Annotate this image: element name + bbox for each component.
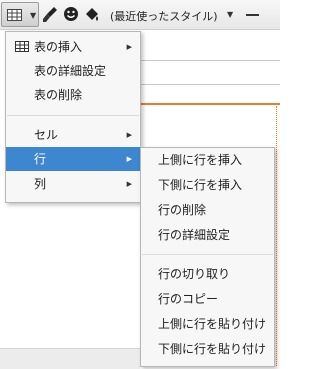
editor-accent-line	[138, 103, 280, 105]
style-select[interactable]: (最近使ったスタイル)	[110, 8, 218, 24]
editor-line	[140, 60, 280, 61]
menu-separator	[142, 254, 273, 255]
table-grid-icon	[15, 41, 29, 52]
menu-item-delete-table[interactable]: 表の削除	[6, 83, 140, 107]
table-dropdown-menu: 表の挿入 ▶ 表の詳細設定 表の削除 セル ▶ 行 ▶ 列 ▶	[5, 31, 141, 203]
menu-item-insert-row-above[interactable]: 上側に行を挿入	[141, 148, 274, 172]
horizontal-rule-icon	[246, 14, 259, 16]
menu-item-label: 表の挿入	[34, 40, 83, 54]
editor-line	[140, 84, 280, 85]
menu-item-insert-table[interactable]: 表の挿入 ▶	[6, 35, 140, 59]
menu-item-insert-row-below[interactable]: 下側に行を挿入	[141, 173, 274, 197]
menu-item-delete-row[interactable]: 行の削除	[141, 198, 274, 222]
menu-item-label: 行	[34, 152, 47, 166]
menu-item-label: 行の詳細設定	[158, 228, 231, 242]
menu-item-column[interactable]: 列 ▶	[6, 172, 140, 196]
smiley-icon[interactable]	[63, 6, 79, 22]
menu-item-cut-row[interactable]: 行の切り取り	[141, 262, 274, 286]
menu-item-label: 行の切り取り	[158, 267, 231, 281]
menu-item-paste-row-above[interactable]: 上側に行を貼り付け	[141, 312, 274, 336]
horizontal-rule-button[interactable]	[242, 4, 264, 26]
paint-bucket-icon[interactable]	[84, 6, 100, 23]
menu-item-label: 表の削除	[34, 88, 83, 102]
chevron-right-icon: ▶	[126, 180, 132, 188]
menu-item-label: 行のコピー	[158, 292, 219, 306]
eraser-brush-icon[interactable]	[42, 6, 58, 24]
chevron-down-icon: ▼	[30, 11, 37, 20]
menu-item-label: 行の削除	[158, 203, 207, 217]
chevron-right-icon: ▶	[126, 155, 132, 163]
menu-item-label: 列	[34, 177, 47, 191]
menu-item-label: 表の詳細設定	[34, 64, 107, 78]
menu-item-row-properties[interactable]: 行の詳細設定	[141, 223, 274, 247]
menu-item-label: セル	[34, 128, 59, 142]
menu-item-label: 下側に行を貼り付け	[158, 342, 267, 356]
menu-item-label: 上側に行を貼り付け	[158, 317, 267, 331]
editor-status-area	[0, 348, 140, 369]
row-submenu: 上側に行を挿入 下側に行を挿入 行の削除 行の詳細設定 行の切り取り 行のコピー…	[140, 147, 275, 367]
table-menu-button[interactable]: ▼	[1, 2, 39, 27]
menu-item-label: 下側に行を挿入	[158, 178, 243, 192]
menu-item-table-properties[interactable]: 表の詳細設定	[6, 59, 140, 83]
table-icon	[7, 9, 22, 21]
menu-item-label: 上側に行を挿入	[158, 153, 243, 167]
editor-border	[276, 106, 277, 366]
chevron-right-icon: ▶	[126, 43, 132, 51]
menu-item-copy-row[interactable]: 行のコピー	[141, 287, 274, 311]
menu-separator	[7, 115, 139, 116]
menu-item-cell[interactable]: セル ▶	[6, 123, 140, 147]
menu-item-paste-row-below[interactable]: 下側に行を貼り付け	[141, 337, 274, 361]
menu-item-row[interactable]: 行 ▶	[6, 147, 140, 171]
chevron-down-icon[interactable]: ▼	[227, 11, 233, 19]
chevron-right-icon: ▶	[126, 131, 132, 139]
editor-toolbar: ▼ (最近使ったスタイル) ▼	[0, 0, 280, 30]
